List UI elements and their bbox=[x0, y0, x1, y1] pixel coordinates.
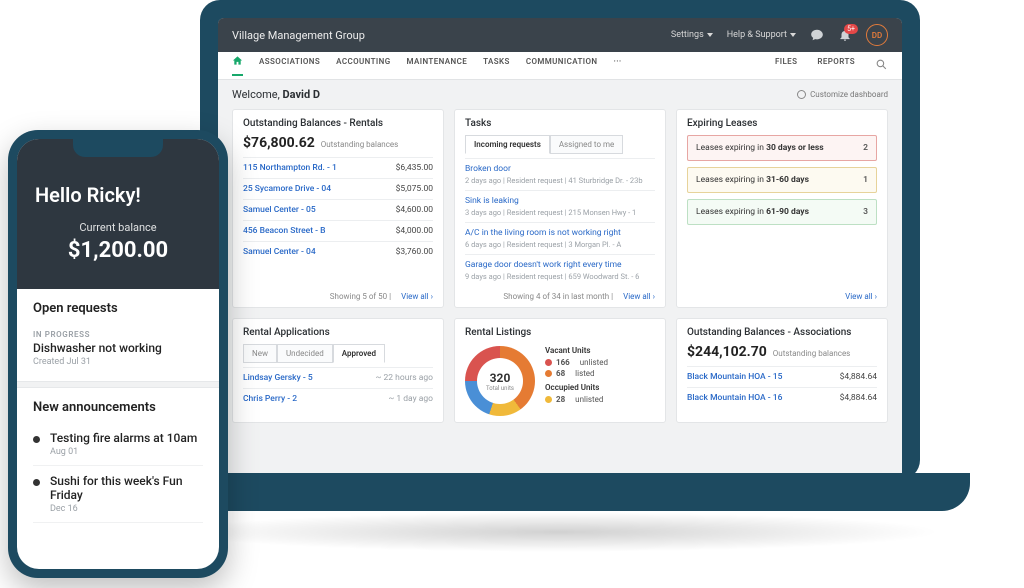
search-icon[interactable] bbox=[875, 58, 888, 74]
card-outstanding-balances-rentals: Outstanding Balances - Rentals $76,800.6… bbox=[232, 109, 444, 308]
chevron-down-icon bbox=[790, 33, 796, 37]
divider bbox=[17, 381, 219, 388]
task-row[interactable]: Garage door doesn't work right every tim… bbox=[465, 254, 655, 286]
status-badge: IN PROGRESS bbox=[33, 330, 203, 339]
balance-row[interactable]: Samuel Center - 04$3,760.00 bbox=[243, 241, 433, 262]
greeting: Hello Ricky! bbox=[35, 183, 201, 207]
balance-row[interactable]: 115 Northampton Rd. - 1$6,435.00 bbox=[243, 157, 433, 178]
view-all-link[interactable]: View all › bbox=[845, 292, 877, 301]
balances-amount: $244,102.70Outstanding balances bbox=[687, 344, 877, 360]
tab-undecided[interactable]: Undecided bbox=[277, 344, 333, 363]
bullet-icon bbox=[33, 479, 40, 486]
help-support-menu[interactable]: Help & Support bbox=[727, 30, 796, 40]
nav-tasks[interactable]: TASKS bbox=[483, 57, 510, 74]
laptop-base bbox=[150, 473, 970, 511]
nav-files[interactable]: FILES bbox=[775, 57, 797, 74]
tab-approved[interactable]: Approved bbox=[333, 344, 385, 363]
balance-row[interactable]: 25 Sycamore Drive - 04$5,075.00 bbox=[243, 178, 433, 199]
balance-label: Current balance bbox=[35, 221, 201, 234]
nav-maintenance[interactable]: MAINTENANCE bbox=[407, 57, 468, 74]
view-all-link[interactable]: View all › bbox=[623, 292, 655, 301]
card-expiring-leases: Expiring Leases Leases expiring in 30 da… bbox=[676, 109, 888, 308]
lease-row-90-days[interactable]: Leases expiring in 61-90 days3 bbox=[687, 199, 877, 225]
section-title: New announcements bbox=[33, 400, 203, 415]
app-header: Village Management Group Settings Help &… bbox=[218, 18, 902, 52]
phone-screen: Hello Ricky! Current balance $1,200.00 O… bbox=[17, 139, 219, 569]
task-row[interactable]: Broken door2 days ago | Resident request… bbox=[465, 158, 655, 190]
nav-reports[interactable]: REPORTS bbox=[817, 57, 855, 74]
bullet-icon bbox=[33, 436, 40, 443]
card-rental-listings: Rental Listings 320Total units Vacant Un… bbox=[454, 318, 666, 423]
card-title: Rental Applications bbox=[243, 327, 433, 338]
application-row[interactable]: Chris Perry - 2~ 1 day ago bbox=[243, 388, 433, 409]
section-title: Open requests bbox=[33, 301, 203, 316]
balance-amount: $1,200.00 bbox=[35, 238, 201, 263]
lease-row-30-days[interactable]: Leases expiring in 30 days or less2 bbox=[687, 135, 877, 161]
card-outstanding-balances-associations: Outstanding Balances - Associations $244… bbox=[676, 318, 888, 423]
phone-notch bbox=[73, 139, 163, 157]
dashboard-grid: Outstanding Balances - Rentals $76,800.6… bbox=[218, 109, 902, 480]
listings-legend: Vacant Units 166 unlisted 68 listed Occu… bbox=[545, 346, 608, 404]
view-all-link[interactable]: View all › bbox=[401, 292, 433, 301]
request-item[interactable]: IN PROGRESS Dishwasher not working Creat… bbox=[33, 324, 203, 377]
announcement-item[interactable]: Sushi for this week's Fun FridayDec 16 bbox=[33, 466, 203, 523]
balance-row[interactable]: 456 Beacon Street - B$4,000.00 bbox=[243, 220, 433, 241]
announcements-section: New announcements Testing fire alarms at… bbox=[17, 388, 219, 527]
nav-home-icon[interactable] bbox=[232, 55, 243, 76]
notifications-icon[interactable]: 5+ bbox=[838, 28, 852, 42]
task-row[interactable]: Sink is leaking3 days ago | Resident req… bbox=[465, 190, 655, 222]
header-icons: 5+ DD bbox=[810, 24, 888, 46]
card-title: Rental Listings bbox=[465, 327, 655, 338]
tab-assigned-to-me[interactable]: Assigned to me bbox=[550, 135, 623, 154]
balance-row[interactable]: Samuel Center - 05$4,600.00 bbox=[243, 199, 433, 220]
welcome-text: Welcome, David D bbox=[232, 88, 320, 101]
open-requests-section: Open requests IN PROGRESS Dishwasher not… bbox=[17, 289, 219, 381]
nav-accounting[interactable]: ACCOUNTING bbox=[336, 57, 390, 74]
announcement-item[interactable]: Testing fire alarms at 10amAug 01 bbox=[33, 423, 203, 466]
card-title: Outstanding Balances - Associations bbox=[687, 327, 877, 338]
org-title: Village Management Group bbox=[232, 29, 657, 42]
card-title: Expiring Leases bbox=[687, 118, 877, 129]
nav-communication[interactable]: COMMUNICATION bbox=[526, 57, 598, 74]
notification-badge: 5+ bbox=[844, 24, 858, 34]
card-tasks: Tasks Incoming requests Assigned to me B… bbox=[454, 109, 666, 308]
balance-row[interactable]: Black Mountain HOA - 15$4,884.64 bbox=[687, 366, 877, 387]
welcome-row: Welcome, David D Customize dashboard bbox=[218, 80, 902, 109]
laptop-frame: Village Management Group Settings Help &… bbox=[200, 0, 920, 480]
tab-new[interactable]: New bbox=[243, 344, 277, 363]
phone-frame: Hello Ricky! Current balance $1,200.00 O… bbox=[8, 130, 228, 578]
task-row[interactable]: A/C in the living room is not working ri… bbox=[465, 222, 655, 254]
nav-associations[interactable]: ASSOCIATIONS bbox=[259, 57, 320, 74]
gear-icon bbox=[797, 90, 806, 99]
card-title: Outstanding Balances - Rentals bbox=[243, 118, 433, 129]
avatar[interactable]: DD bbox=[866, 24, 888, 46]
card-title: Tasks bbox=[465, 118, 655, 129]
laptop-screen: Village Management Group Settings Help &… bbox=[218, 18, 902, 480]
main-nav: ASSOCIATIONS ACCOUNTING MAINTENANCE TASK… bbox=[218, 52, 902, 80]
listings-donut-chart: 320Total units bbox=[465, 346, 535, 416]
tab-incoming-requests[interactable]: Incoming requests bbox=[465, 135, 550, 154]
chevron-down-icon bbox=[707, 33, 713, 37]
application-row[interactable]: Lindsay Gersky - 5~ 22 hours ago bbox=[243, 367, 433, 388]
card-rental-applications: Rental Applications New Undecided Approv… bbox=[232, 318, 444, 423]
chat-icon[interactable] bbox=[810, 28, 824, 42]
settings-menu[interactable]: Settings bbox=[671, 30, 713, 40]
customize-dashboard-button[interactable]: Customize dashboard bbox=[797, 90, 888, 99]
balances-amount: $76,800.62Outstanding balances bbox=[243, 135, 433, 151]
balance-row[interactable]: Black Mountain HOA - 16$4,884.64 bbox=[687, 387, 877, 408]
phone-header: Hello Ricky! Current balance $1,200.00 bbox=[17, 139, 219, 289]
lease-row-60-days[interactable]: Leases expiring in 31-60 days1 bbox=[687, 167, 877, 193]
nav-more[interactable]: ··· bbox=[613, 57, 621, 74]
